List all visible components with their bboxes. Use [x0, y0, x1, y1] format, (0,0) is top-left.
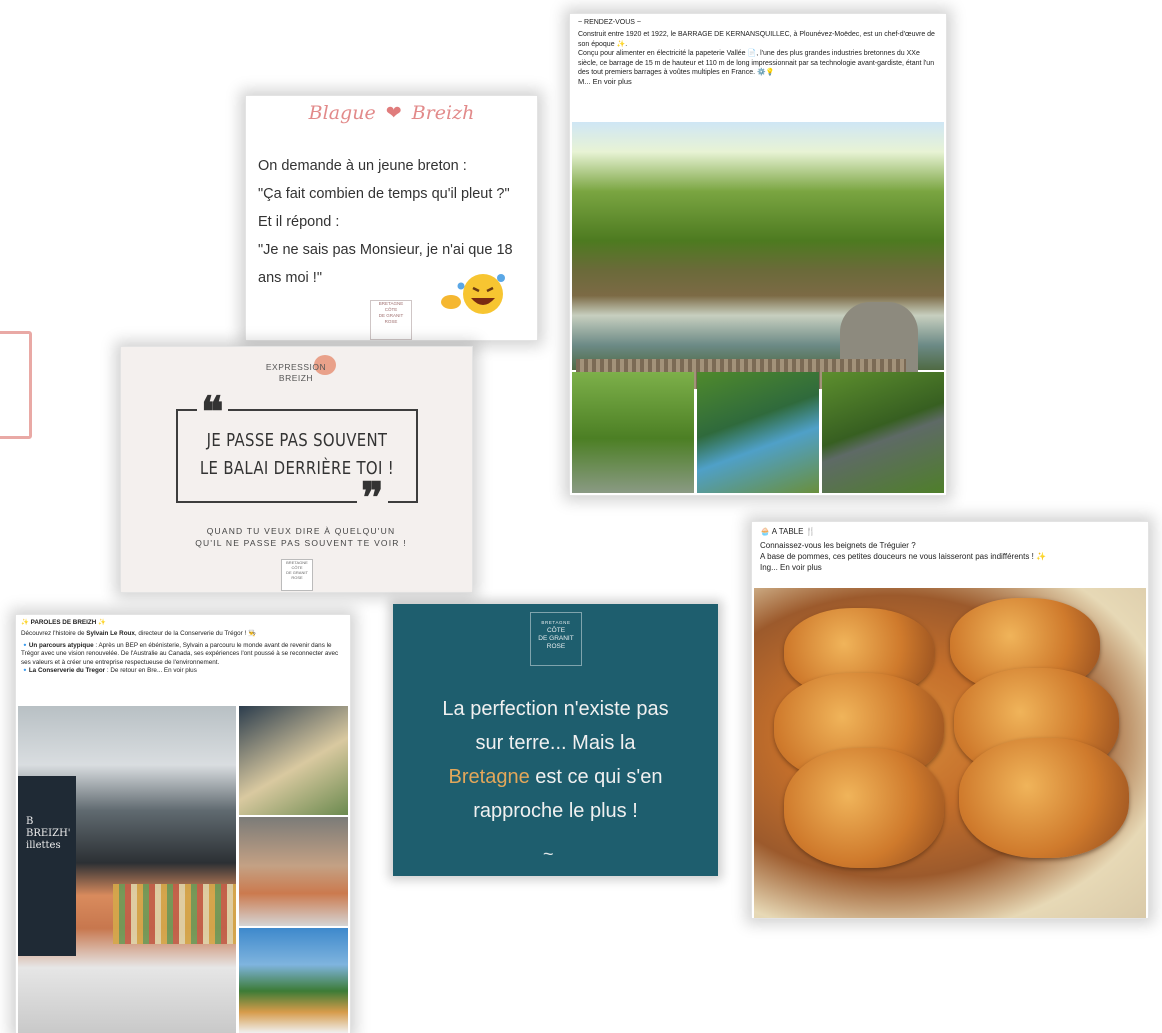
expression-header: EXPRESSION BREIZH [231, 362, 361, 384]
cote-granit-rose-logo: BRETAGNE CÔTE DE GRANIT ROSE [370, 300, 412, 340]
blague-title: Blague ❤ Breizh [246, 102, 537, 124]
meaning-line: QUAND TU VEUX DIRE À QUELQU'UN [206, 526, 396, 536]
table-text: 🧁 A TABLE 🍴 Connaissez-vous les beignets… [752, 522, 1148, 573]
quote-line: sur terre... Mais la [475, 732, 636, 754]
paroles-bullet: 🔹La Conserverie du Tregor : De retour en… [21, 667, 345, 675]
cote-granit-rose-logo: BRETAGNE CÔTE DE GRANIT ROSE [281, 559, 313, 591]
logo-line: ROSE [546, 643, 566, 650]
joke-line: "Je ne sais pas Monsieur, je n'ai que 18 [258, 242, 513, 258]
blague-title-left: Blague [308, 102, 376, 124]
perfection-quote-card: BRETAGNE CÔTE DE GRANIT ROSE La perfecti… [393, 604, 718, 876]
quote-line: La perfection n'existe pas [442, 698, 669, 720]
pink-frame-decoration [0, 331, 32, 439]
table-heading: 🧁 A TABLE 🍴 [760, 527, 816, 536]
producer-thumbnail-photo[interactable] [239, 817, 348, 926]
quote-line-rest: est ce qui s'en [529, 766, 663, 788]
brand-banner-text: B BREIZH' illettes [26, 816, 71, 852]
expression-header-line1: EXPRESSION [265, 362, 327, 372]
paroles-post-card: ✨ PAROLES DE BREIZH ✨ Découvrez l'histoi… [16, 615, 350, 1033]
table-line: A base de pommes, ces petites douceurs n… [760, 552, 1046, 561]
rendezvous-paragraph: Conçu pour alimenter en électricité la p… [578, 50, 935, 77]
quote-highlight: Bretagne [448, 766, 530, 788]
expression-header-line2: BREIZH [278, 373, 314, 383]
producer-thumbnail-photo[interactable] [239, 928, 348, 1033]
rendezvous-text: ~ RENDEZ-VOUS ~ Construit entre 1920 et … [570, 14, 946, 87]
paroles-heading: ✨ PAROLES DE BREIZH ✨ [21, 619, 106, 626]
table-line: Connaissez-vous les beignets de Tréguier… [760, 541, 916, 550]
perfection-quote: La perfection n'existe pas sur terre... … [393, 692, 718, 828]
rendezvous-paragraph: Construit entre 1920 et 1922, le BARRAGE… [578, 31, 935, 48]
laughing-emoji-icon [441, 274, 505, 314]
dam-main-photo[interactable] [572, 122, 944, 396]
joke-line: On demande à un jeune breton : [258, 158, 467, 174]
meaning-line: QU'IL NE PASSE PAS SOUVENT TE VOIR ! [195, 538, 407, 548]
brand-banner [18, 776, 76, 956]
quote-line: rapproche le plus ! [473, 800, 638, 822]
blague-breizh-card: Blague ❤ Breizh On demande à un jeune br… [246, 96, 537, 340]
bullet-title: 🔹La Conserverie du Tregor [21, 667, 106, 675]
joke-line: Et il répond : [258, 214, 340, 230]
phrase-line: JE PASSE PAS SOUVENT [206, 431, 388, 451]
dam-thumbnail-photo[interactable] [822, 372, 944, 493]
beignet [959, 738, 1129, 858]
beignet [784, 748, 944, 868]
see-more-link[interactable]: Ing... En voir plus [760, 562, 1140, 573]
blague-title-right: Breizh [411, 102, 475, 124]
bullet-title: 🔹Un parcours atypique [21, 641, 94, 649]
intro-prefix: Découvrez l'histoire de [21, 630, 87, 638]
cans-shelf [113, 884, 236, 944]
dam-thumbnail-photo[interactable] [572, 372, 694, 493]
banner-line: BREIZH' [26, 828, 71, 839]
see-more-link[interactable]: M... En voir plus [578, 77, 938, 86]
logo-line: ROSE [384, 319, 398, 324]
quote-line: Bretagne est ce qui s'en [393, 760, 718, 794]
paroles-intro: Découvrez l'histoire de Sylvain Le Roux,… [21, 630, 345, 638]
beignets-photo[interactable] [754, 588, 1146, 918]
cote-granit-rose-logo: BRETAGNE CÔTE DE GRANIT ROSE [530, 612, 582, 666]
paroles-bullet: 🔹Un parcours atypique : Après un BEP en … [21, 642, 345, 667]
close-quote-icon: ❞ [357, 477, 388, 519]
logo-line: ROSE [291, 575, 303, 580]
paroles-text: ✨ PAROLES DE BREIZH ✨ Découvrez l'histoi… [16, 615, 350, 675]
expression-meaning: QUAND TU VEUX DIRE À QUELQU'UN QU'IL NE … [176, 525, 426, 549]
open-quote-icon: ❝ [197, 391, 228, 433]
logo-line: DE GRANIT [538, 635, 574, 642]
banner-line: illettes [26, 840, 61, 851]
intro-name: Sylvain Le Roux [86, 630, 135, 638]
dam-thumbnail-photo[interactable] [697, 372, 819, 493]
joke-line: "Ça fait combien de temps qu'il pleut ?" [258, 186, 510, 202]
producer-thumbnail-photo[interactable] [239, 706, 348, 815]
heart-icon: ❤ [385, 102, 402, 124]
rendezvous-heading: ~ RENDEZ-VOUS ~ [578, 19, 642, 26]
a-table-post-card: 🧁 A TABLE 🍴 Connaissez-vous les beignets… [752, 522, 1148, 918]
logo-line: CÔTE [546, 627, 566, 634]
wave-icon: ~ [543, 844, 554, 864]
producer-main-photo[interactable]: B BREIZH' illettes [18, 706, 236, 1033]
logo-line: BRETAGNE [541, 620, 571, 625]
see-more-link[interactable]: : De retour en Bre... En voir plus [105, 667, 197, 674]
banner-line: B [26, 816, 34, 827]
rendezvous-post-card: ~ RENDEZ-VOUS ~ Construit entre 1920 et … [570, 14, 946, 495]
intro-suffix: , directeur de la Conserverie du Trégor … [134, 630, 256, 638]
expression-breizh-card: EXPRESSION BREIZH JE PASSE PAS SOUVENT L… [121, 347, 472, 592]
